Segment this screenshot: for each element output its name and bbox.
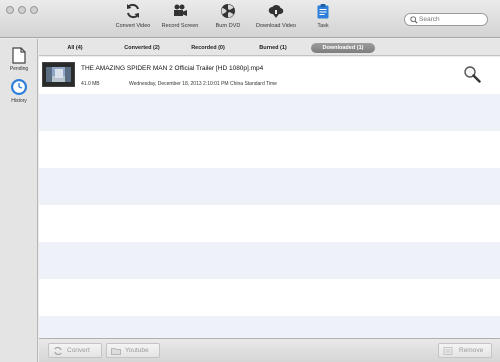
sidebar-item-label: Pending	[9, 66, 29, 72]
toolbar-burn-dvd-label: Burn DVD	[215, 23, 241, 29]
toolbar-convert-video-label: Convert Video	[115, 23, 151, 29]
toolbar: Convert Video Record Screen Burn DVD Dow…	[0, 0, 500, 38]
sidebar-item-pending[interactable]: Pending	[0, 47, 38, 72]
tab-recorded[interactable]: Recorded (0)	[185, 43, 231, 53]
empty-row	[39, 242, 500, 279]
empty-row	[39, 316, 500, 338]
toolbar-convert-video[interactable]: Convert Video	[113, 3, 153, 37]
toolbar-record-screen[interactable]: Record Screen	[158, 3, 202, 37]
folder-icon	[111, 348, 121, 355]
empty-row	[39, 279, 500, 316]
convert-icon	[127, 3, 139, 19]
window-close-button[interactable]	[6, 6, 14, 14]
search-field[interactable]	[404, 13, 488, 26]
convert-icon	[54, 346, 62, 356]
tab-downloaded[interactable]: Downloaded (1)	[311, 43, 375, 53]
empty-row	[39, 131, 500, 168]
remove-button-label: Remove	[459, 347, 484, 354]
bottom-toolbar: Convert Youtube Remove	[39, 338, 500, 362]
remove-icon	[443, 347, 453, 355]
document-icon	[12, 47, 26, 64]
disc-icon	[221, 4, 235, 18]
file-size: 41.0 MB	[81, 81, 100, 87]
sidebar: Pending History	[0, 39, 38, 362]
camera-icon	[174, 4, 187, 16]
clock-icon	[11, 79, 27, 95]
empty-row	[39, 205, 500, 242]
youtube-button-label: Youtube	[125, 347, 149, 354]
empty-row	[39, 168, 500, 205]
file-date: Wednesday, December 18, 2013 2:10:01 PM …	[129, 81, 277, 87]
list-item[interactable]: THE AMAZING SPIDER MAN 2 Official Traile…	[39, 57, 500, 94]
empty-row	[39, 94, 500, 131]
search-input[interactable]	[419, 14, 485, 25]
convert-button[interactable]: Convert	[48, 343, 102, 358]
toolbar-download-video[interactable]: Download Video	[253, 3, 299, 37]
magnifier-icon[interactable]	[463, 65, 481, 83]
file-list: THE AMAZING SPIDER MAN 2 Official Traile…	[39, 57, 500, 338]
sidebar-item-history[interactable]: History	[0, 78, 38, 104]
tab-all[interactable]: All (4)	[57, 43, 93, 53]
sidebar-item-label: History	[11, 98, 27, 104]
toolbar-task-label: Task	[317, 23, 329, 29]
window-zoom-button[interactable]	[30, 6, 38, 14]
download-icon	[268, 4, 284, 18]
video-thumbnail	[42, 62, 75, 87]
clipboard-icon	[317, 4, 329, 19]
toolbar-task[interactable]: Task	[311, 3, 335, 37]
file-name: THE AMAZING SPIDER MAN 2 Official Traile…	[81, 65, 264, 72]
toolbar-record-screen-label: Record Screen	[161, 23, 199, 29]
convert-button-label: Convert	[67, 347, 90, 354]
tab-burned[interactable]: Burned (1)	[253, 43, 293, 53]
tab-converted[interactable]: Converted (2)	[117, 43, 167, 53]
toolbar-download-video-label: Download Video	[256, 23, 296, 29]
toolbar-burn-dvd[interactable]: Burn DVD	[211, 3, 245, 37]
search-icon	[410, 16, 418, 24]
tab-bar: All (4) Converted (2) Recorded (0) Burne…	[39, 39, 500, 56]
window-minimize-button[interactable]	[18, 6, 26, 14]
remove-button[interactable]: Remove	[438, 343, 492, 358]
youtube-button[interactable]: Youtube	[106, 343, 160, 358]
